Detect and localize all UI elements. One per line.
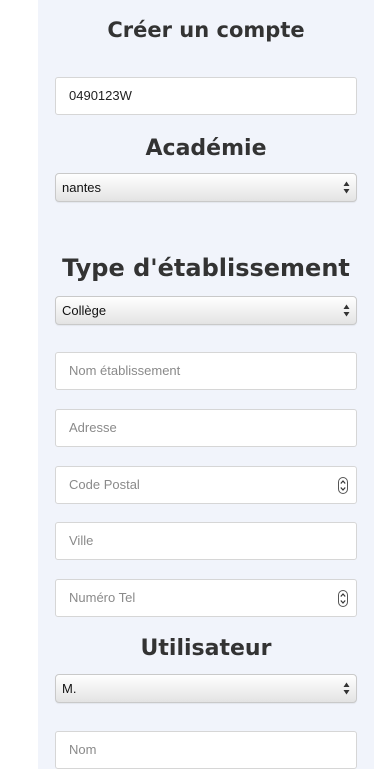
code-postal-placeholder: Code Postal	[69, 477, 140, 492]
select-arrows-icon	[343, 181, 350, 194]
select-arrows-icon	[343, 682, 350, 695]
academie-heading: Académie	[145, 136, 267, 161]
numero-tel-placeholder: Numéro Tel	[69, 590, 136, 605]
nom-utilisateur-input[interactable]: Nom	[55, 731, 357, 769]
civilite-select[interactable]: M.	[55, 674, 357, 703]
type-etablissement-select[interactable]: Collège	[55, 296, 357, 325]
uai-code-field[interactable]: 0490123W	[55, 77, 357, 115]
adresse-input[interactable]: Adresse	[55, 409, 357, 447]
academie-select-value: nantes	[62, 180, 102, 195]
utilisateur-heading: Utilisateur	[140, 636, 272, 661]
type-etablissement-heading: Type d'établissement	[62, 254, 350, 282]
civilite-select-value: M.	[62, 681, 77, 696]
form-title: Créer un compte	[107, 18, 305, 42]
type-etablissement-select-value: Collège	[62, 303, 107, 318]
number-spinner-icon[interactable]	[338, 590, 348, 607]
create-account-form: Créer un compte 0490123W Académie nantes…	[38, 0, 374, 769]
academie-select[interactable]: nantes	[55, 173, 357, 202]
code-postal-input[interactable]: Code Postal	[55, 466, 357, 504]
ville-input[interactable]: Ville	[55, 522, 357, 560]
select-arrows-icon	[343, 304, 350, 317]
number-spinner-icon[interactable]	[338, 477, 348, 494]
numero-tel-input[interactable]: Numéro Tel	[55, 579, 357, 617]
nom-etablissement-input[interactable]: Nom établissement	[55, 352, 357, 390]
